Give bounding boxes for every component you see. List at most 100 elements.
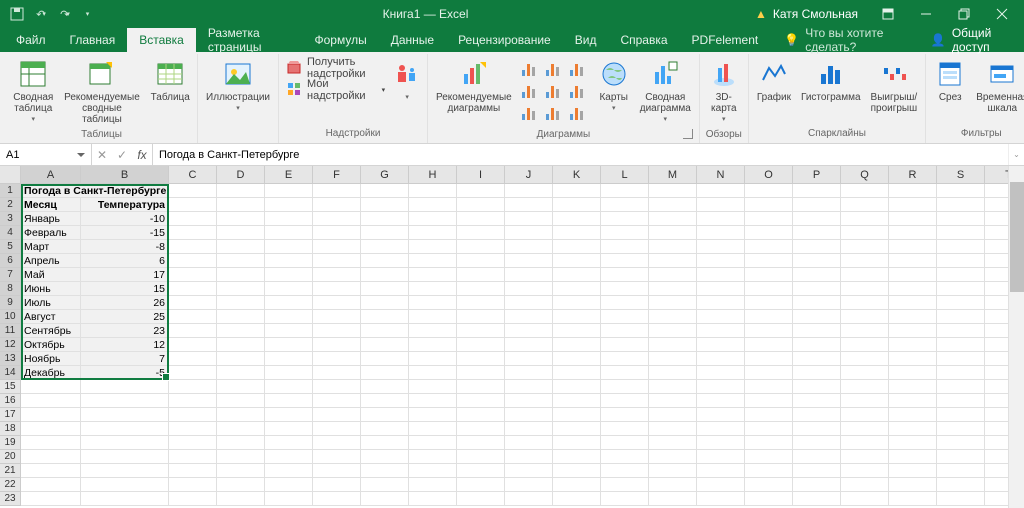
funnel-chart-icon[interactable] xyxy=(544,104,566,124)
cell[interactable] xyxy=(553,310,601,324)
cell[interactable] xyxy=(841,352,889,366)
cell[interactable] xyxy=(457,394,505,408)
cell[interactable] xyxy=(457,184,505,198)
column-header[interactable]: P xyxy=(793,166,841,184)
cell[interactable] xyxy=(217,408,265,422)
cell[interactable] xyxy=(313,366,361,380)
cell[interactable] xyxy=(889,380,937,394)
cell[interactable] xyxy=(793,380,841,394)
cell[interactable] xyxy=(217,380,265,394)
tell-me[interactable]: 💡Что вы хотите сделать? xyxy=(770,28,915,52)
cell[interactable] xyxy=(649,324,697,338)
cell[interactable] xyxy=(457,450,505,464)
cell[interactable]: Октябрь xyxy=(21,338,81,352)
cell[interactable] xyxy=(265,226,313,240)
cell[interactable] xyxy=(601,464,649,478)
cell[interactable] xyxy=(361,464,409,478)
pivot-table-button[interactable]: Своднаятаблица▾ xyxy=(10,56,57,127)
cell[interactable] xyxy=(601,492,649,506)
cell[interactable] xyxy=(841,464,889,478)
cell[interactable] xyxy=(457,240,505,254)
column-header[interactable]: D xyxy=(217,166,265,184)
cell[interactable] xyxy=(745,324,793,338)
cell[interactable] xyxy=(553,492,601,506)
cell[interactable]: Погода в Санкт-Петербурге xyxy=(21,184,169,198)
row-header[interactable]: 12 xyxy=(0,338,21,352)
cell[interactable] xyxy=(889,324,937,338)
cell[interactable] xyxy=(457,324,505,338)
cell[interactable] xyxy=(841,380,889,394)
cell[interactable] xyxy=(889,282,937,296)
tab-вставка[interactable]: Вставка xyxy=(127,28,196,52)
cell[interactable] xyxy=(793,436,841,450)
cell[interactable] xyxy=(553,240,601,254)
cell[interactable] xyxy=(553,212,601,226)
cell[interactable] xyxy=(553,464,601,478)
column-header[interactable]: H xyxy=(409,166,457,184)
cell[interactable] xyxy=(169,310,217,324)
cell[interactable] xyxy=(745,408,793,422)
combo-chart-icon[interactable] xyxy=(520,104,542,124)
cell[interactable] xyxy=(649,198,697,212)
cell[interactable] xyxy=(697,380,745,394)
scatter-chart-icon[interactable] xyxy=(568,82,590,102)
cell[interactable] xyxy=(505,310,553,324)
cell[interactable] xyxy=(889,450,937,464)
cell[interactable] xyxy=(505,436,553,450)
cell[interactable] xyxy=(265,450,313,464)
cell[interactable] xyxy=(697,436,745,450)
undo-icon[interactable]: ↶▾ xyxy=(30,3,52,25)
cell[interactable] xyxy=(889,394,937,408)
cell[interactable] xyxy=(697,492,745,506)
cell[interactable] xyxy=(649,394,697,408)
column-header[interactable]: C xyxy=(169,166,217,184)
cell[interactable] xyxy=(697,198,745,212)
cell[interactable]: 15 xyxy=(81,282,169,296)
cell[interactable] xyxy=(745,282,793,296)
people-graph-button[interactable]: ▾ xyxy=(391,56,423,105)
column-header[interactable]: F xyxy=(313,166,361,184)
cell[interactable] xyxy=(217,296,265,310)
cell[interactable]: Декабрь xyxy=(21,366,81,380)
cell[interactable] xyxy=(409,324,457,338)
cell[interactable] xyxy=(409,492,457,506)
cell[interactable]: Март xyxy=(21,240,81,254)
cell[interactable] xyxy=(21,408,81,422)
cell[interactable] xyxy=(745,268,793,282)
cell[interactable] xyxy=(697,408,745,422)
cell[interactable] xyxy=(649,408,697,422)
column-header[interactable]: M xyxy=(649,166,697,184)
row-header[interactable]: 15 xyxy=(0,380,21,394)
cell[interactable] xyxy=(553,324,601,338)
cell[interactable] xyxy=(505,422,553,436)
cell[interactable] xyxy=(889,226,937,240)
cell[interactable] xyxy=(553,268,601,282)
cell[interactable]: Температура xyxy=(81,198,169,212)
cell[interactable] xyxy=(841,268,889,282)
cell[interactable] xyxy=(601,380,649,394)
cell[interactable] xyxy=(409,478,457,492)
cell[interactable] xyxy=(649,352,697,366)
cell[interactable] xyxy=(553,394,601,408)
cell[interactable] xyxy=(265,240,313,254)
cell[interactable] xyxy=(553,436,601,450)
column-header[interactable]: B xyxy=(81,166,169,184)
cell[interactable] xyxy=(409,380,457,394)
cell[interactable] xyxy=(21,450,81,464)
cell[interactable] xyxy=(81,492,169,506)
cell[interactable] xyxy=(409,296,457,310)
cell[interactable] xyxy=(601,408,649,422)
cell[interactable] xyxy=(937,254,985,268)
cell[interactable] xyxy=(889,436,937,450)
cell[interactable] xyxy=(937,282,985,296)
get-addins[interactable]: Получить надстройки xyxy=(287,58,385,78)
cell[interactable] xyxy=(745,226,793,240)
cell[interactable]: Январь xyxy=(21,212,81,226)
maps-button[interactable]: Карты▾ xyxy=(594,56,634,116)
worksheet[interactable]: ABCDEFGHIJKLMNOPQRST 1234567891011121314… xyxy=(0,166,1024,508)
cell[interactable] xyxy=(697,282,745,296)
cell[interactable] xyxy=(649,464,697,478)
recommended-charts-button[interactable]: Рекомендуемыедиаграммы xyxy=(432,56,516,116)
share-button[interactable]: 👤Общий доступ xyxy=(915,28,1024,52)
cell[interactable] xyxy=(265,296,313,310)
